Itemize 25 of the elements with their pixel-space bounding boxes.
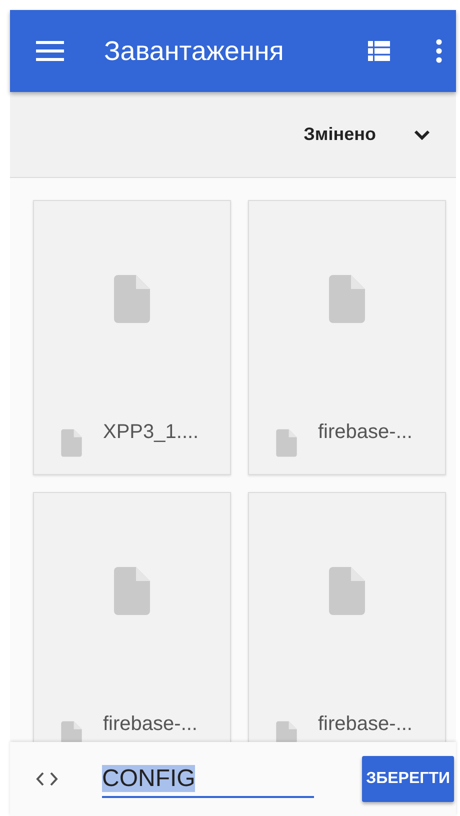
- save-button[interactable]: ЗБЕРЕГТИ: [362, 756, 454, 802]
- chevron-down-icon: [414, 130, 430, 140]
- more-icon[interactable]: [436, 39, 442, 63]
- file-icon: [327, 567, 367, 615]
- sort-dropdown[interactable]: Змінено: [300, 120, 434, 149]
- file-icon: [275, 721, 298, 742]
- file-name: firebase-...: [318, 713, 412, 736]
- file-card[interactable]: firebase-...: [33, 492, 231, 742]
- list-view-icon[interactable]: [368, 41, 390, 61]
- file-name: firebase-...: [318, 421, 412, 444]
- code-icon[interactable]: [36, 772, 58, 786]
- file-name: firebase-...: [103, 713, 198, 736]
- file-name: XPP3_1....: [103, 421, 199, 444]
- file-icon: [275, 429, 298, 457]
- file-card[interactable]: firebase-...: [248, 200, 446, 475]
- file-icon: [60, 429, 83, 457]
- file-icon: [60, 721, 83, 742]
- file-card[interactable]: XPP3_1....: [33, 200, 231, 475]
- file-card[interactable]: firebase-...: [248, 492, 446, 742]
- file-icon: [112, 567, 152, 615]
- screen-title: Завантаження: [104, 36, 285, 66]
- file-name-field[interactable]: CONFIG: [102, 760, 314, 798]
- menu-icon[interactable]: [36, 41, 64, 61]
- file-icon: [327, 275, 367, 323]
- file-icon: [112, 275, 152, 323]
